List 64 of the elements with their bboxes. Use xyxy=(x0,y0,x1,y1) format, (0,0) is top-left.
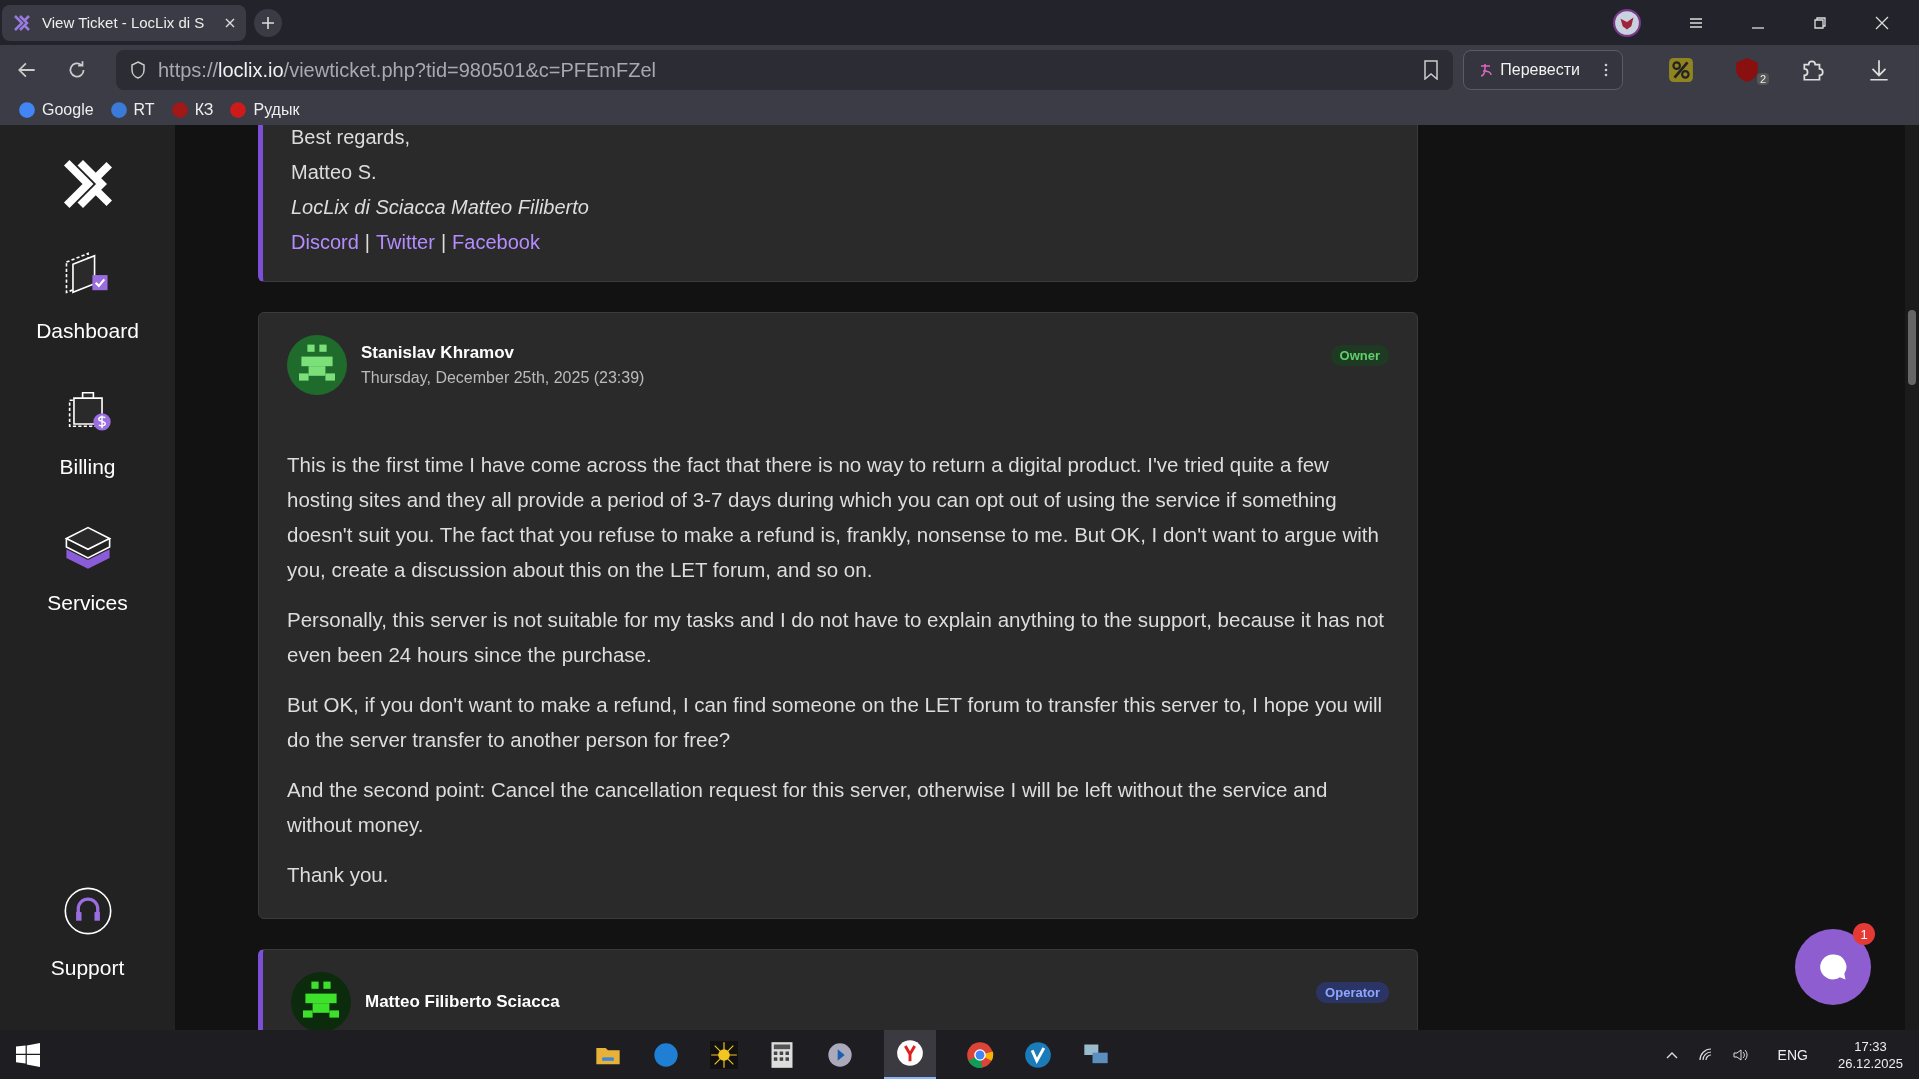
role-tag: Owner xyxy=(1330,345,1389,366)
sidebar-item[interactable]: Support xyxy=(50,884,125,980)
site-icon xyxy=(229,101,248,119)
plus-icon xyxy=(261,15,275,30)
role-tag: Operator xyxy=(1316,982,1389,1003)
more-options-icon[interactable] xyxy=(1604,62,1608,78)
company-name: LocLix di Sciacca Matteo Filiberto xyxy=(291,195,590,220)
percent-icon[interactable] xyxy=(1668,57,1694,83)
browser-logo-icon xyxy=(895,1039,924,1067)
cross-logo-icon xyxy=(12,12,32,33)
avatar-icon xyxy=(287,335,347,395)
wifi-icon[interactable] xyxy=(1697,1046,1714,1063)
clock-date[interactable]: 26.12.2025 xyxy=(1837,1055,1903,1071)
separator: | xyxy=(364,231,370,253)
message-paragraph: Thank you. xyxy=(287,862,390,888)
new-tab-button[interactable] xyxy=(254,8,282,37)
tab-title: View Ticket - LocLix di S xyxy=(42,14,206,31)
message-paragraph: This is the first time I have come across the fact that there is no way to return a digital product. I've tried quite a few hosting sites and they all provide a period of 3-7 days during which you can opt out of using the service if something doesn't suit you. The fact that you refuse to make a refund is, frankly, nonsense to me. But OK, I don't want to argue with you, create a discussion about this on the LET forum, and so on. xyxy=(287,452,1380,583)
windows-start-icon[interactable] xyxy=(16,1042,40,1067)
scrollbar[interactable] xyxy=(1905,125,1919,1030)
author-name: Matteo Filiberto Sciacca xyxy=(365,992,560,1012)
message-paragraph: And the second point: Cancel the cancellation request for this server, otherwise I will be left without the service and without money. xyxy=(287,777,1329,838)
bookmark-link[interactable]: RT xyxy=(109,101,155,119)
close-icon[interactable] xyxy=(1874,14,1890,31)
signature-line: Best regards, xyxy=(291,125,411,150)
language-indicator[interactable]: ENG xyxy=(1777,1046,1808,1063)
sidebar-item[interactable]: Billing xyxy=(59,383,116,479)
checkmark-app-icon[interactable] xyxy=(1023,1040,1052,1069)
site-icon xyxy=(170,101,189,119)
address-bar[interactable]: https://loclix.io/viewticket.php?tid=980501&c=PFEmFZel xyxy=(116,50,1454,90)
speaker-icon[interactable] xyxy=(1731,1046,1748,1063)
social-link[interactable]: Twitter xyxy=(376,231,435,253)
bookmark-link[interactable]: КЗ xyxy=(170,101,214,119)
bookmark-link[interactable]: Рудык xyxy=(229,101,300,119)
extension-badge: 2 xyxy=(1756,73,1769,85)
chrome-icon[interactable] xyxy=(965,1040,994,1069)
sidebar-item[interactable]: Services xyxy=(47,519,128,615)
separator: | xyxy=(440,231,447,253)
browser-tab[interactable]: View Ticket - LocLix di S xyxy=(2,4,246,41)
taskbar-item[interactable] xyxy=(883,1029,936,1079)
profile-avatar-icon[interactable] xyxy=(1613,8,1641,37)
message-date: Thursday, December 25th, 2025 (23:39) xyxy=(361,369,645,387)
site-icon xyxy=(18,101,36,119)
restore-icon[interactable] xyxy=(1812,14,1828,31)
message-paragraph: But OK, if you don't want to make a refund, I can find someone on the LET forum to transfer this server to, I hope you will do the server transfer to another person for free? xyxy=(287,692,1384,753)
sidebar-item[interactable]: Dashboard xyxy=(36,247,139,343)
close-icon[interactable] xyxy=(224,16,236,29)
translate-icon xyxy=(1478,62,1495,78)
url-text: https://loclix.io/viewticket.php?tid=980501&c=PFEmFZel xyxy=(158,58,657,82)
author-name: Stanislav Khramov xyxy=(361,343,516,363)
bookmark-icon[interactable] xyxy=(1423,60,1440,80)
avatar-icon xyxy=(291,972,351,1030)
translate-button[interactable]: Перевести xyxy=(1463,50,1623,90)
shield-icon xyxy=(130,61,146,79)
play-icon[interactable] xyxy=(825,1040,854,1069)
site-icon xyxy=(109,101,128,119)
sun-icon[interactable] xyxy=(709,1040,738,1069)
clock-time[interactable]: 17:33 xyxy=(1854,1038,1887,1054)
message-paragraph: Personally, this server is not suitable for my tasks and I do not have to explain anything to the support, because it has not even been 24 hours since the purchase. xyxy=(287,607,1385,668)
signature-line: Matteo S. xyxy=(291,160,378,185)
social-link[interactable]: Facebook xyxy=(452,231,540,253)
social-link[interactable]: Discord xyxy=(291,231,359,253)
notification-badge: 1 xyxy=(1853,923,1875,945)
bookmark-link[interactable]: Google xyxy=(18,101,94,119)
